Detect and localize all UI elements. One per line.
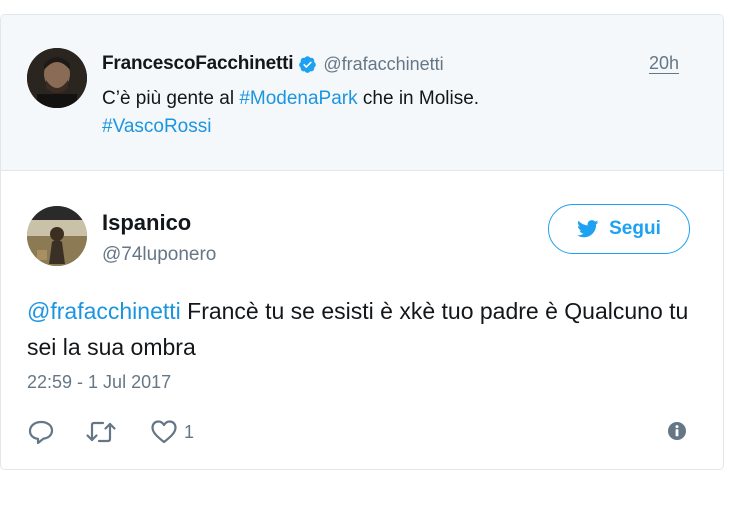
hashtag-link[interactable]: #VascoRossi [102, 116, 211, 137]
verified-badge-icon [298, 55, 317, 74]
parent-timestamp[interactable]: 20h [649, 54, 680, 74]
reply-icon [28, 420, 54, 445]
author-handle[interactable]: @74luponero [102, 244, 216, 266]
twitter-bird-icon [577, 220, 599, 238]
reply-avatar[interactable] [27, 206, 87, 266]
parent-tweet[interactable]: FrancescoFacchinetti @frafacchinetti 20h… [1, 15, 723, 171]
follow-button[interactable]: Segui [548, 204, 690, 254]
tweet-actions: 1 [27, 419, 194, 445]
tweet-timestamp[interactable]: 22:59 - 1 Jul 2017 [27, 372, 171, 393]
mention-link[interactable]: @frafacchinetti [27, 298, 181, 324]
follow-button-label: Segui [609, 218, 661, 239]
parent-header: FrancescoFacchinetti @frafacchinetti [102, 53, 444, 75]
retweet-icon [86, 421, 116, 443]
parent-author-name[interactable]: FrancescoFacchinetti [102, 53, 294, 75]
like-button[interactable]: 1 [150, 419, 194, 445]
parent-text-part: C’è più gente al [102, 88, 240, 109]
like-count: 1 [184, 421, 195, 442]
heart-icon [151, 420, 177, 444]
reply-button[interactable] [27, 419, 55, 445]
parent-text-part: che in Molise. [357, 88, 480, 109]
embedded-tweet-card: FrancescoFacchinetti @frafacchinetti 20h… [0, 14, 724, 470]
parent-author-handle[interactable]: @frafacchinetti [323, 54, 443, 75]
info-icon[interactable] [667, 421, 687, 441]
tweet-text: @frafacchinetti Francè tu se esisti è xk… [27, 293, 707, 365]
retweet-button[interactable] [85, 419, 117, 445]
author-name[interactable]: Ispanico [102, 210, 191, 236]
parent-tweet-text: C’è più gente al #ModenaPark che in Moli… [102, 85, 662, 141]
parent-avatar[interactable] [27, 48, 87, 108]
hashtag-link[interactable]: #ModenaPark [239, 88, 357, 109]
